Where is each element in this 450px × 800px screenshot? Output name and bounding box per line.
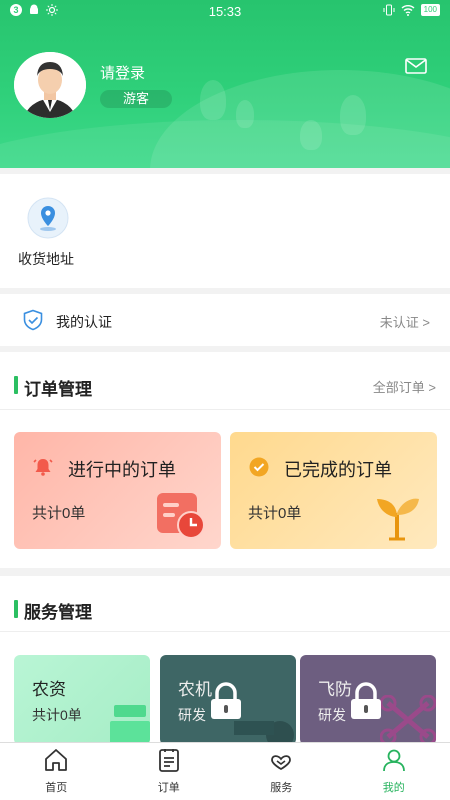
tab-orders[interactable]: 订单 xyxy=(113,743,226,800)
order-card-title: 已完成的订单 xyxy=(284,460,392,480)
service-card-agri-machinery[interactable]: 农机 研发 xyxy=(160,655,296,745)
service-card-subtitle: 研发 xyxy=(178,707,206,723)
section-title-bar xyxy=(14,600,18,618)
divider xyxy=(0,409,450,410)
drone-icon xyxy=(380,695,436,745)
tab-label: 首页 xyxy=(45,782,68,794)
header-decoration xyxy=(340,95,366,135)
address-section: 收货地址 xyxy=(0,174,450,288)
order-card-count: 共计0单 xyxy=(32,505,86,522)
order-card-count: 共计0单 xyxy=(248,505,302,522)
tab-services[interactable]: 服务 xyxy=(225,743,338,800)
order-list-icon xyxy=(158,749,179,772)
service-card-title: 农机 xyxy=(178,680,212,699)
section-title-bar xyxy=(14,376,18,394)
user-icon xyxy=(382,749,405,772)
heart-hands-icon xyxy=(271,755,292,771)
service-card-title: 农资 xyxy=(32,680,66,699)
supplies-icon xyxy=(110,705,150,745)
bottom-tab-bar: 首页 订单 服务 我的 xyxy=(0,742,450,800)
location-icon[interactable] xyxy=(26,196,70,240)
section-title: 服务管理 xyxy=(24,603,92,622)
login-link[interactable]: 请登录 xyxy=(100,62,145,83)
service-card-subtitle: 研发 xyxy=(318,707,346,723)
all-orders-link[interactable]: 全部订单 > xyxy=(373,377,436,396)
tab-label: 服务 xyxy=(270,782,293,794)
tab-mine[interactable]: 我的 xyxy=(338,743,450,800)
check-circle-icon xyxy=(249,457,269,477)
order-clock-icon xyxy=(157,493,205,539)
mail-icon[interactable] xyxy=(405,58,427,74)
avatar-image xyxy=(14,52,86,118)
wifi-icon xyxy=(401,5,415,16)
vibrate-icon xyxy=(383,4,395,16)
header-decoration xyxy=(200,80,226,120)
bell-icon xyxy=(33,459,53,476)
role-badge: 游客 xyxy=(100,90,172,108)
tab-label: 我的 xyxy=(382,782,405,794)
service-card-title: 飞防 xyxy=(318,680,352,699)
header-decoration xyxy=(0,120,450,168)
lock-icon xyxy=(211,682,241,719)
lock-icon xyxy=(351,682,381,719)
certification-label: 我的认证 xyxy=(56,314,112,330)
status-bar: 3 15:33 100 xyxy=(0,0,450,24)
header-decoration xyxy=(236,100,254,128)
order-card-completed[interactable]: 已完成的订单 共计0单 xyxy=(230,432,437,549)
section-title: 订单管理 xyxy=(24,380,92,399)
divider xyxy=(0,631,450,632)
profile-header: 3 15:33 100 请登录 游客 xyxy=(0,0,450,168)
tab-label: 订单 xyxy=(157,782,180,794)
battery-level: 100 xyxy=(420,4,440,16)
order-card-title: 进行中的订单 xyxy=(68,460,176,480)
certification-status[interactable]: 未认证 > xyxy=(380,312,430,331)
certification-row[interactable]: 我的认证 未认证 > xyxy=(0,294,450,346)
address-label[interactable]: 收货地址 xyxy=(18,249,74,269)
service-card-aerial-spraying[interactable]: 飞防 研发 xyxy=(300,655,436,745)
avatar[interactable] xyxy=(14,52,86,118)
order-card-in-progress[interactable]: 进行中的订单 共计0单 xyxy=(14,432,221,549)
header-decoration xyxy=(300,120,322,150)
service-card-agri-supplies[interactable]: 农资 共计0单 xyxy=(14,655,150,745)
shield-check-icon xyxy=(23,309,43,331)
home-icon xyxy=(45,749,68,771)
service-card-subtitle: 共计0单 xyxy=(32,707,82,723)
sprout-icon xyxy=(377,498,419,541)
tab-home[interactable]: 首页 xyxy=(0,743,113,800)
